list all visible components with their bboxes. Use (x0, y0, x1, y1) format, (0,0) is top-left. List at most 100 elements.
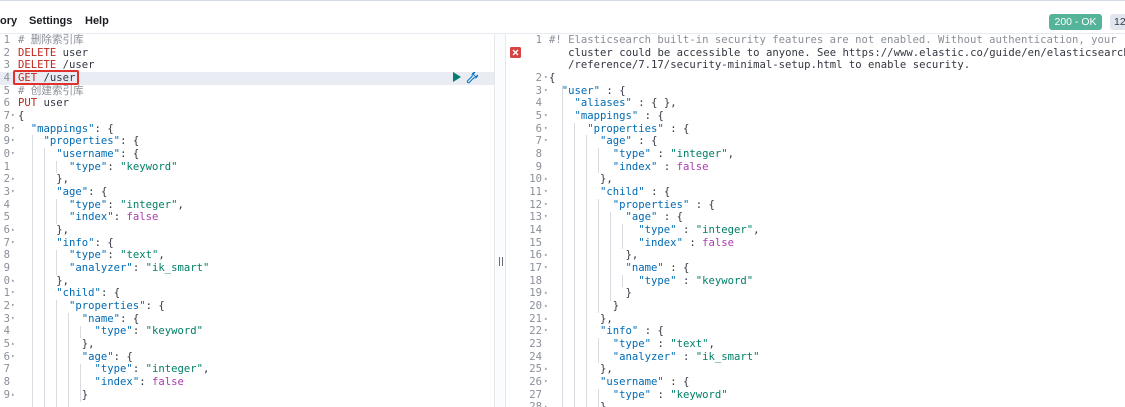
line-number: 6 (535, 122, 542, 135)
code-text: "type" : "integer", (638, 224, 760, 237)
code-text: "type": "integer", (69, 198, 184, 211)
code-text: "aliases" : { }, (574, 97, 677, 110)
response-code-line: 22 ▾ "info" : { (506, 325, 1125, 338)
fold-collapse-icon[interactable]: ▾ (11, 287, 17, 300)
response-code-line: 11 ▾ "child" : { (506, 186, 1125, 199)
response-code-line: 27 "type" : "keyword" (506, 389, 1125, 402)
response-code-line: 23 "type" : "text", (506, 338, 1125, 351)
line-number: 4 (3, 198, 10, 211)
line-number: 5 (3, 84, 10, 97)
play-triangle-icon[interactable] (452, 71, 462, 83)
fold-collapse-icon[interactable]: ▾ (11, 313, 17, 326)
code-text: "type": "keyword" (69, 160, 178, 173)
fold-expand-icon[interactable]: ▴ (11, 173, 17, 186)
code-text: "type" : "keyword" (638, 274, 754, 287)
request-code-line: 8 "index": false (0, 376, 494, 389)
line-number: 9 (3, 262, 10, 275)
request-code-line: 2 DELETE user (0, 47, 494, 60)
fold-expand-icon[interactable]: ▴ (11, 389, 17, 402)
request-code-line: 4 "type": "keyword" (0, 325, 494, 338)
fold-collapse-icon[interactable]: ▾ (11, 110, 17, 123)
line-number: 7 (3, 363, 10, 376)
fold-collapse-icon[interactable]: ▾ (11, 148, 17, 161)
response-code-line: 7 ▾ "age" : { (506, 135, 1125, 148)
request-code-line: 6 ▴ }, (0, 224, 494, 237)
code-text: }, (549, 363, 613, 376)
fold-collapse-icon[interactable]: ▾ (11, 186, 17, 199)
response-code-line: 16 ▴ }, (506, 249, 1125, 262)
request-editor[interactable]: 1 # 删除索引库 2 DELETE user 3 DELETE /user 4 GET /u… (0, 34, 494, 407)
code-text: "age" : { (625, 211, 683, 224)
request-code-line: 3 ▾ "name": { (0, 313, 494, 326)
response-code-line: /reference/7.17/security-minimal-setup.h… (506, 59, 1125, 72)
line-number: 15 (529, 236, 542, 249)
response-code-line: 6 ▾ "properties" : { (506, 123, 1125, 136)
request-code-line: 3 ▾ "age": { (0, 186, 494, 199)
request-code-line: 5 # 创建索引库 (0, 85, 494, 98)
response-code-line: 2 ▾{ (506, 72, 1125, 85)
fold-collapse-icon[interactable]: ▾ (11, 123, 17, 136)
fold-expand-icon[interactable]: ▴ (11, 275, 17, 288)
code-text: PUT user (18, 97, 70, 110)
code-text: # 创建索引库 (18, 84, 84, 97)
request-code-line: 5 "index": false (0, 211, 494, 224)
help-menu-item[interactable]: Help (85, 14, 109, 28)
response-code-line: 4 "aliases" : { }, (506, 97, 1125, 110)
code-text: "type" : "keyword" (612, 388, 728, 401)
code-text: "name": { (81, 312, 140, 325)
fold-collapse-icon[interactable]: ▾ (11, 351, 17, 364)
line-number: 19 (529, 287, 542, 300)
drag-handle-icon[interactable] (499, 257, 503, 266)
code-text: "analyzer" : "ik_smart" (612, 350, 760, 363)
wrench-icon[interactable] (466, 71, 479, 84)
code-text: "mappings": { (30, 122, 114, 135)
line-number: 6 (3, 224, 10, 237)
line-number: 8 (3, 122, 10, 135)
code-text: { (18, 110, 25, 123)
line-number: 22 (529, 325, 542, 338)
code-text: }, (18, 338, 95, 351)
request-code-line: 0 ▾ "username": { (0, 148, 494, 161)
settings-menu-item[interactable]: Settings (29, 14, 72, 28)
code-text: "properties": { (69, 300, 165, 313)
fold-collapse-icon[interactable]: ▾ (11, 135, 17, 148)
fold-expand-icon[interactable]: ▴ (11, 338, 17, 351)
line-number: 14 (529, 224, 542, 237)
line-number: 9 (3, 388, 10, 401)
code-text: "username": { (56, 148, 140, 161)
code-text: }, (18, 224, 70, 237)
request-code-line: 1 "type": "keyword" (0, 161, 494, 174)
code-text: /reference/7.17/security-minimal-setup.h… (549, 59, 971, 72)
response-code-line: 10 ▴ }, (506, 173, 1125, 186)
response-code-line: 24 "analyzer" : "ik_smart" (506, 351, 1125, 364)
fold-expand-icon[interactable]: ▴ (11, 224, 17, 237)
line-number: 2 (3, 46, 10, 59)
code-text: "age" : { (600, 135, 658, 148)
line-number: 8 (535, 148, 542, 161)
code-text: "info" : { (600, 325, 664, 338)
response-code-line: 17 ▾ "name" : { (506, 262, 1125, 275)
code-text: "type": "integer", (94, 363, 210, 376)
fold-collapse-icon[interactable]: ▾ (11, 237, 17, 250)
request-code-line: 1 ▾ "child": { (0, 287, 494, 300)
code-text: "child" : { (600, 186, 671, 199)
line-number: 6 (3, 350, 10, 363)
response-code-line: 28▴ } (506, 401, 1125, 407)
code-text: "type": "text", (69, 249, 165, 262)
request-code-line: 9 ▾ "properties": { (0, 135, 494, 148)
line-number: 17 (529, 262, 542, 275)
code-text: "type": "keyword" (94, 325, 204, 338)
code-text: DELETE user (18, 46, 89, 59)
code-text: "index": false (94, 376, 184, 389)
code-text: "analyzer": "ik_smart" (69, 262, 210, 275)
response-code-line: 12 ▾ "properties" : { (506, 199, 1125, 212)
history-menu-item[interactable]: ory (0, 14, 17, 28)
response-code-line: 15 "index" : false (506, 237, 1125, 250)
line-number: 26 (529, 376, 542, 389)
pane-resizer[interactable] (494, 34, 506, 407)
fold-collapse-icon[interactable]: ▾ (11, 300, 17, 313)
code-text: } (549, 287, 632, 300)
request-code-line: 6 PUT user (0, 97, 494, 110)
line-number: 8 (3, 249, 10, 262)
response-viewer: 1 #! Elasticsearch built-in security feat… (506, 34, 1125, 407)
